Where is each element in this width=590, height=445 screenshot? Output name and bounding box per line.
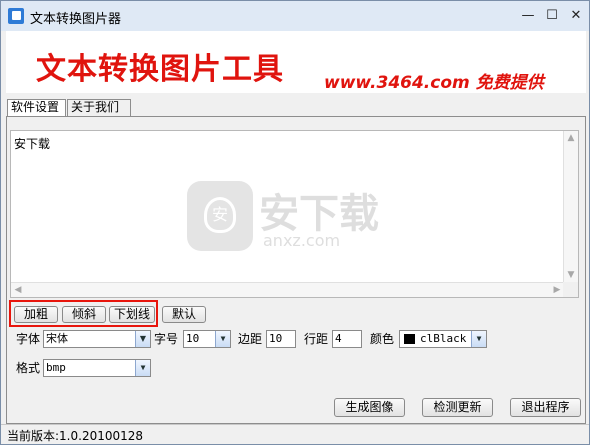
font-label: 字体 xyxy=(16,332,41,346)
scroll-down-icon[interactable]: ▼ xyxy=(564,268,578,282)
app-icon xyxy=(8,8,24,24)
font-value: 宋体 xyxy=(46,332,68,345)
watermark: 安 安下载 anxz.com xyxy=(187,181,407,271)
color-value: clBlack xyxy=(420,332,467,345)
chevron-down-icon[interactable]: ▼ xyxy=(135,360,150,376)
chevron-down-icon[interactable]: ▼ xyxy=(471,331,486,347)
scroll-right-icon[interactable]: ▶ xyxy=(550,283,564,297)
horizontal-scrollbar[interactable]: ◀ ▶ xyxy=(11,282,564,297)
status-bar: 当前版本:1.0.20100128 xyxy=(1,424,589,444)
bold-button[interactable]: 加粗 xyxy=(14,306,58,323)
size-select[interactable]: 10 ▼ xyxy=(183,330,231,348)
format-label: 格式 xyxy=(16,361,41,375)
default-button[interactable]: 默认 xyxy=(162,306,206,323)
exit-button[interactable]: 退出程序 xyxy=(510,398,581,417)
editor-text: 安下载 xyxy=(14,137,51,151)
text-editor[interactable]: 安下载 安 安下载 anxz.com ▲ ▼ ◀ ▶ xyxy=(10,130,579,298)
underline-button[interactable]: 下划线 xyxy=(109,306,155,323)
banner-subtitle: www.3464.com 免费提供 xyxy=(324,73,544,93)
size-label: 字号 xyxy=(154,332,179,346)
italic-button[interactable]: 倾斜 xyxy=(62,306,106,323)
tab-settings[interactable]: 软件设置 xyxy=(7,99,66,116)
scroll-left-icon[interactable]: ◀ xyxy=(11,283,25,297)
window-title: 文本转换图片器 xyxy=(30,12,122,27)
shield-icon: 安 xyxy=(187,181,253,251)
maximize-button[interactable]: ☐ xyxy=(541,6,563,26)
banner: 文本转换图片工具 www.3464.com 免费提供 xyxy=(6,31,586,93)
spacing-value: 4 xyxy=(335,332,342,345)
spacing-input[interactable]: 4 xyxy=(332,330,362,348)
close-button[interactable]: ✕ xyxy=(565,6,587,26)
generate-button[interactable]: 生成图像 xyxy=(334,398,405,417)
version-text: 当前版本:1.0.20100128 xyxy=(7,429,144,443)
tab-about[interactable]: 关于我们 xyxy=(67,99,131,116)
banner-title: 文本转换图片工具 xyxy=(36,52,284,87)
color-select[interactable]: clBlack ▼ xyxy=(399,330,487,348)
size-value: 10 xyxy=(186,332,200,345)
vertical-scrollbar[interactable]: ▲ ▼ xyxy=(563,131,578,282)
scroll-corner xyxy=(563,282,578,297)
watermark-shield-text: 安 xyxy=(204,197,236,233)
app-window: 文本转换图片器 — ☐ ✕ 文本转换图片工具 www.3464.com 免费提供… xyxy=(0,0,590,445)
title-bar: 文本转换图片器 — ☐ ✕ xyxy=(1,1,589,31)
margin-label: 边距 xyxy=(238,332,263,346)
spacing-label: 行距 xyxy=(304,332,329,346)
scroll-up-icon[interactable]: ▲ xyxy=(564,131,578,145)
format-select[interactable]: bmp ▼ xyxy=(43,359,151,377)
chevron-down-icon[interactable]: ▼ xyxy=(135,331,150,347)
format-value: bmp xyxy=(46,361,66,374)
minimize-button[interactable]: — xyxy=(517,6,539,26)
margin-input[interactable]: 10 xyxy=(266,330,296,348)
color-swatch xyxy=(404,334,415,344)
check-update-button[interactable]: 检测更新 xyxy=(422,398,493,417)
chevron-down-icon[interactable]: ▼ xyxy=(215,331,230,347)
font-select[interactable]: 宋体 ▼ xyxy=(43,330,151,348)
margin-value: 10 xyxy=(269,332,283,345)
color-label: 颜色 xyxy=(370,332,395,346)
watermark-small-text: anxz.com xyxy=(263,231,341,250)
